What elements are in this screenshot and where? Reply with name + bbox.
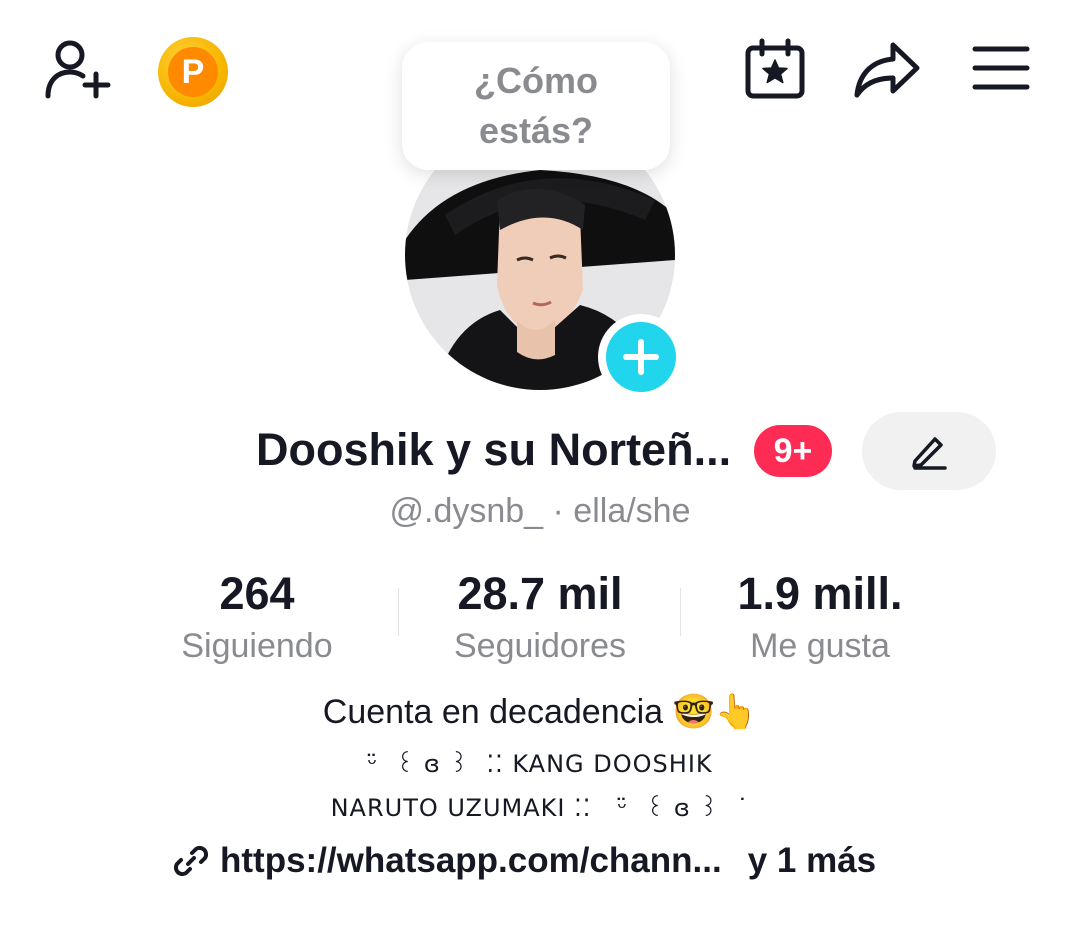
- status-bubble[interactable]: ¿Cómo estás?: [402, 42, 670, 170]
- pencil-icon: [912, 437, 947, 470]
- bio-line-2: ᵕ̈ ꒰ ɞ ꒱ ⁚⁚ KANG DOOSHIK: [367, 750, 713, 778]
- stat-label: Seguidores: [453, 627, 626, 665]
- username-pronouns: @.dysnb_ · ella/she: [389, 492, 691, 530]
- bio-line-1: Cuenta en decadencia 🤓👆: [322, 693, 758, 731]
- edit-profile-button[interactable]: [862, 412, 996, 490]
- stat-following[interactable]: 264 Siguiendo: [127, 566, 387, 668]
- status-bubble-text: ¿Cómo estás?: [474, 60, 598, 151]
- menu-icon[interactable]: [970, 40, 1032, 96]
- coin-outer: P: [158, 37, 228, 107]
- stat-divider: [680, 588, 681, 636]
- stat-value: 28.7 mil: [457, 568, 623, 619]
- share-icon[interactable]: [850, 38, 924, 102]
- stat-divider: [398, 588, 399, 636]
- add-friend-icon[interactable]: [40, 36, 116, 102]
- coin-icon[interactable]: P: [157, 36, 229, 108]
- profile-page: P ¿Cómo estás? Dooshik y su Norteñ... 9+…: [0, 0, 1080, 930]
- link-url[interactable]: https://whatsapp.com/chann...: [220, 841, 722, 881]
- add-story-button[interactable]: [598, 314, 684, 400]
- display-name: Dooshik y su Norteñ...: [256, 424, 732, 475]
- notification-badge[interactable]: 9+: [754, 425, 832, 477]
- coin-letter: P: [168, 47, 218, 97]
- stat-value: 264: [219, 568, 295, 619]
- bio-link[interactable]: https://whatsapp.com/chann... y 1 más: [172, 836, 876, 886]
- stat-followers[interactable]: 28.7 mil Seguidores: [410, 566, 670, 668]
- link-more[interactable]: y 1 más: [748, 841, 876, 881]
- link-icon: [173, 845, 209, 877]
- stat-label: Me gusta: [750, 627, 890, 665]
- stat-likes[interactable]: 1.9 mill. Me gusta: [690, 566, 950, 668]
- bio-line-3: NARUTO UZUMAKI ⁚⁚ ᵕ̈ ꒰ ɞ ꒱ ˙: [330, 794, 750, 822]
- plus-icon: [606, 322, 676, 392]
- stat-label: Siguiendo: [181, 627, 333, 665]
- calendar-star-icon[interactable]: [740, 36, 810, 102]
- stat-value: 1.9 mill.: [737, 568, 903, 619]
